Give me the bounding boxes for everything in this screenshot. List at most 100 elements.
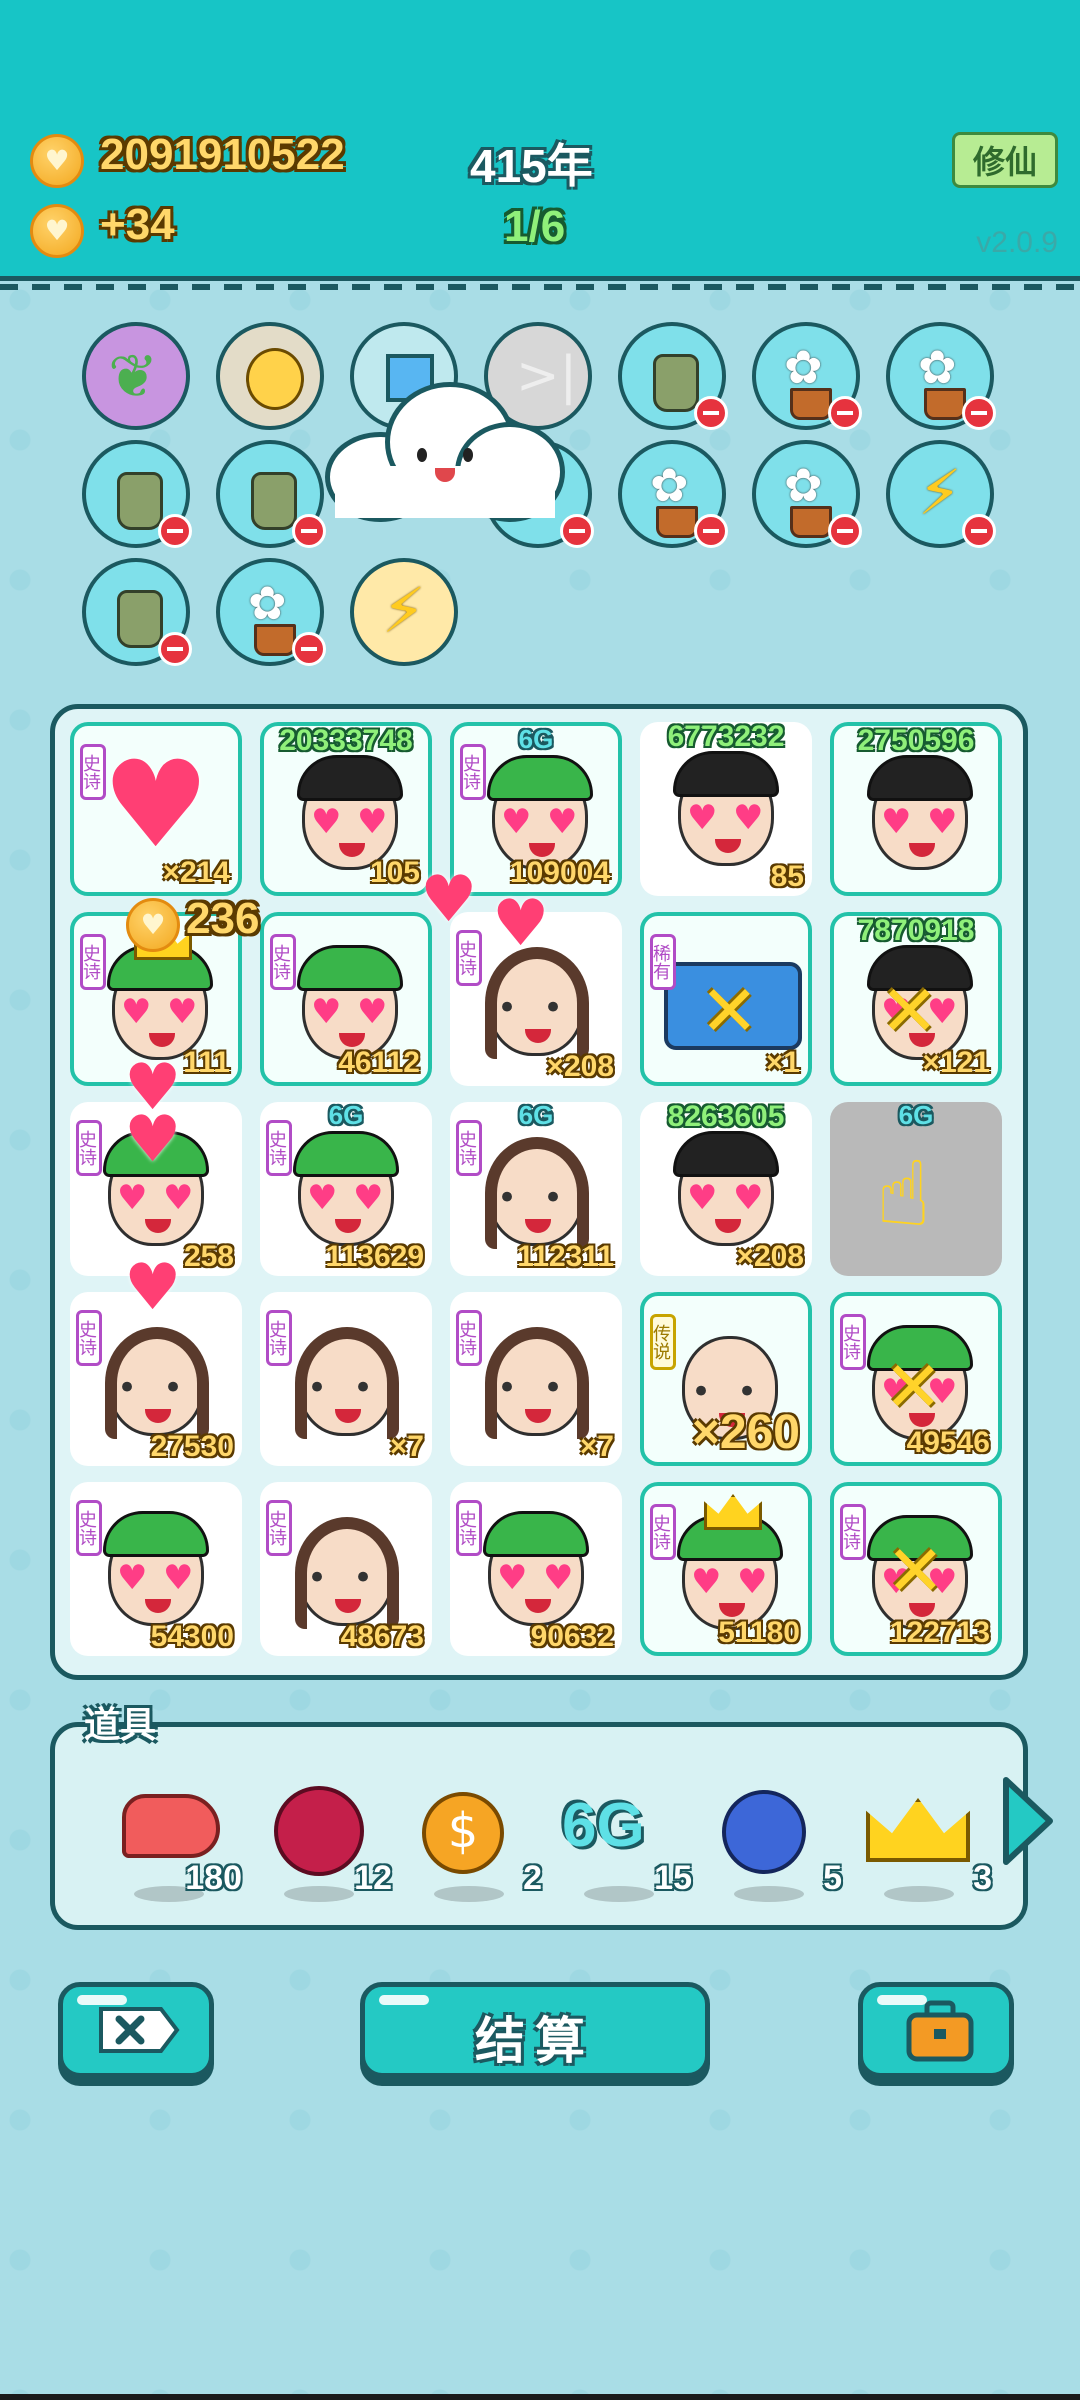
board-tile[interactable]: ♥ 史诗 ×214: [70, 722, 242, 896]
item-bayberry[interactable]: 12: [262, 1768, 392, 1902]
tile-count: 112311: [517, 1240, 614, 1273]
heart-eyes-icon: ♥ ♥: [501, 802, 578, 842]
heart-eyes-icon: • •: [691, 1372, 758, 1412]
flower-symbol[interactable]: ⚡: [886, 440, 996, 548]
item-liver[interactable]: 180: [112, 1768, 242, 1902]
inventory-button[interactable]: [858, 1982, 1014, 2078]
remove-icon[interactable]: [292, 632, 326, 666]
tile-count: 51180: [718, 1616, 800, 1649]
face-icon: • •: [485, 947, 589, 1059]
remove-icon[interactable]: [694, 514, 728, 548]
scroll-right-arrow[interactable]: [1000, 1776, 1056, 1866]
flower-symbol[interactable]: ✿: [752, 322, 862, 430]
flower-symbol[interactable]: ✿: [618, 440, 728, 548]
hat-icon: [673, 1131, 779, 1177]
dollar-coin-icon: $: [422, 1792, 504, 1874]
tile-count: ×208: [546, 1050, 614, 1083]
flower-symbol[interactable]: ✿: [886, 322, 996, 430]
remove-icon[interactable]: [828, 396, 862, 430]
board-tile[interactable]: • • 传说 ×260: [640, 1292, 812, 1466]
face-icon: • •: [485, 1327, 589, 1439]
board-tile[interactable]: ♥ ♥ 2750596: [830, 722, 1002, 896]
xiuxian-button[interactable]: 修仙: [952, 132, 1058, 188]
face-icon: • •: [295, 1327, 399, 1439]
rarity-badge: 史诗: [840, 1314, 866, 1370]
board-tile[interactable]: ♥ ♥ 8263605 ×208: [640, 1100, 812, 1276]
chick-symbol[interactable]: [216, 322, 324, 430]
bonus-coin-icon: [126, 898, 180, 952]
face-icon: ♥ ♥: [867, 755, 973, 870]
flower-symbol[interactable]: ✿: [752, 440, 862, 548]
tile-count: 85: [770, 860, 804, 893]
rarity-badge: 稀有: [650, 934, 676, 990]
mouth: [335, 1219, 361, 1233]
tile-count: 111: [183, 1046, 230, 1079]
board-tile[interactable]: ♥ ♥ 20333748 105: [260, 722, 432, 896]
item-shadow: [434, 1886, 504, 1902]
bag-icon: [251, 472, 297, 530]
lightning-symbol[interactable]: ⚡: [350, 558, 458, 666]
remove-icon[interactable]: [962, 396, 996, 430]
mouth: [909, 843, 935, 857]
blueberry-icon: [722, 1790, 806, 1874]
remove-icon[interactable]: [560, 514, 594, 548]
item-dollar-coin[interactable]: $ 2: [412, 1768, 542, 1902]
bag-symbol[interactable]: [82, 440, 192, 548]
tile-count: 113629: [325, 1240, 424, 1273]
item-blueberry[interactable]: 5: [712, 1768, 842, 1902]
bag-icon: [117, 472, 163, 530]
heart-eyes-icon: ♥ ♥: [497, 1558, 574, 1598]
round-progress: 1/6: [504, 202, 566, 251]
remove-icon[interactable]: [158, 632, 192, 666]
tile-top-value: 7870918: [857, 914, 975, 947]
board-tile[interactable]: ♥ ♥ 史诗 6G 113629: [260, 1100, 432, 1276]
bag-symbol[interactable]: [618, 322, 728, 430]
face-icon: ♥ ♥: [677, 1515, 783, 1630]
mouth: [719, 1603, 745, 1617]
item-6g[interactable]: 6G 15: [562, 1768, 692, 1902]
lightning-icon: ⚡: [382, 574, 426, 647]
chick-icon: [246, 348, 304, 410]
board-tile[interactable]: ♥ ♥ 史诗 51180: [640, 1482, 812, 1656]
remove-icon[interactable]: [694, 396, 728, 430]
rarity-badge: 史诗: [76, 1500, 102, 1556]
tile-count: ×7: [579, 1430, 614, 1463]
bag-symbol[interactable]: [216, 440, 326, 548]
board-tile[interactable]: ♥ ♥ 史诗 54300: [70, 1482, 242, 1656]
mouth: [339, 1033, 365, 1047]
remove-icon[interactable]: [962, 514, 996, 548]
mouth: [529, 843, 555, 857]
board-tile[interactable]: ♥ ♥ 史诗 90632: [450, 1482, 622, 1656]
item-count: 3: [973, 1859, 992, 1897]
remove-icon[interactable]: [158, 514, 192, 548]
bag-symbol[interactable]: [82, 558, 192, 666]
flower-symbol[interactable]: ✿: [216, 558, 326, 666]
board-tile[interactable]: ☝ 6G: [830, 1100, 1002, 1276]
hat-icon: [293, 1131, 399, 1177]
board-tile[interactable]: • • 史诗 ×7: [260, 1292, 432, 1466]
heart-eyes-icon: • •: [307, 1368, 374, 1408]
heart-effect: ♥: [124, 1251, 182, 1325]
tile-6g-label: 6G: [518, 724, 554, 754]
briefcase-icon: [906, 2000, 974, 2062]
item-crown[interactable]: 3: [862, 1768, 992, 1902]
rarity-badge: 史诗: [80, 744, 106, 800]
board-tile[interactable]: ♥ ♥ 6773232 85: [640, 720, 812, 896]
remove-icon[interactable]: [828, 514, 862, 548]
settle-button[interactable]: 结算: [360, 1982, 710, 2078]
tile-count: 105: [369, 856, 420, 889]
board-tile[interactable]: • • 史诗 ×7: [450, 1292, 622, 1466]
board-tile[interactable]: ♥ ♥ 史诗 46112: [260, 912, 432, 1086]
coin-income: +34: [100, 200, 175, 249]
tile-count: 49546: [906, 1426, 990, 1459]
tile-top-value: 20333748: [279, 724, 413, 757]
leaf-symbol[interactable]: ❦: [82, 322, 190, 430]
rarity-badge: 史诗: [76, 1310, 102, 1366]
remove-icon[interactable]: [292, 514, 326, 548]
item-count: 12: [354, 1859, 392, 1897]
crown-icon: [866, 1798, 970, 1862]
flower-icon: ✿: [650, 458, 689, 512]
board-tile[interactable]: • • 史诗 48673: [260, 1482, 432, 1656]
delete-button[interactable]: [58, 1982, 214, 2078]
board-tile[interactable]: • • 史诗 6G 112311: [450, 1100, 622, 1276]
